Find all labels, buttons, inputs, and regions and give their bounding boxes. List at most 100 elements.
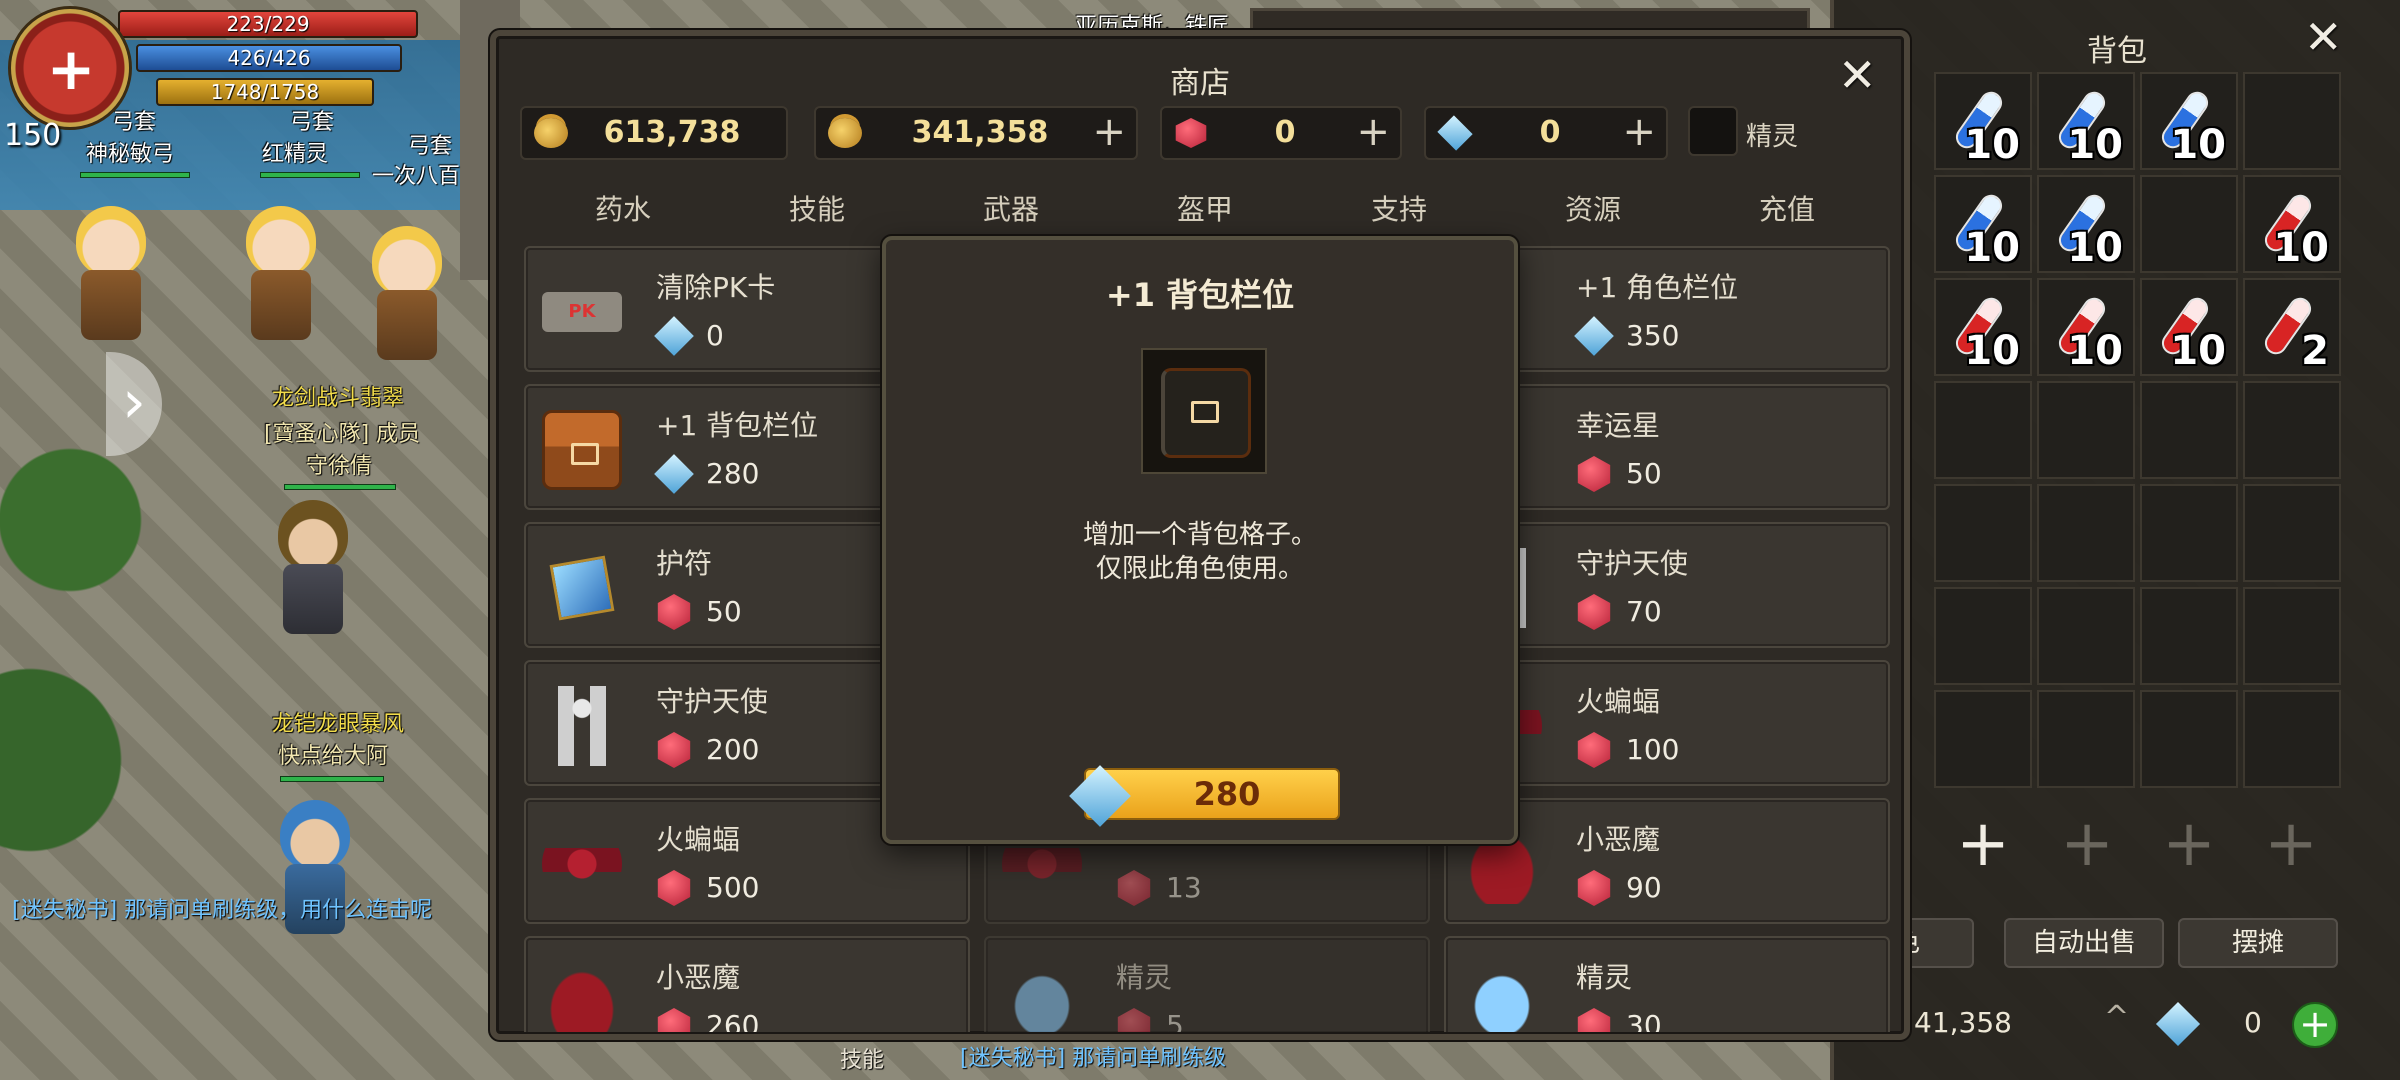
backpack-slot[interactable]: 10 — [2140, 278, 2238, 376]
tab-resource[interactable]: 资源 — [1496, 188, 1690, 228]
add-coin-button[interactable]: + — [1092, 108, 1126, 156]
add-diamond-button[interactable]: + — [2292, 1002, 2338, 1048]
shop-title: 商店 — [1170, 66, 1230, 101]
item-image — [1141, 348, 1267, 474]
player-subtitle: 快点给大阿 — [278, 744, 389, 769]
player-name[interactable]: 龙铠龙眼暴风 — [272, 706, 404, 738]
item-count: 10 — [2273, 225, 2329, 271]
tab-armor[interactable]: 盔甲 — [1108, 188, 1302, 228]
backpack-slot[interactable] — [2140, 381, 2238, 479]
tab-potion[interactable]: 药水 — [526, 188, 720, 228]
backpack-slot[interactable]: 10 — [1934, 175, 2032, 273]
backpack-icon — [1161, 368, 1251, 458]
npc-character[interactable] — [76, 206, 146, 340]
backpack-slot[interactable] — [2140, 175, 2238, 273]
fairy-icon — [1002, 962, 1082, 1032]
item-price: 30 — [1626, 1009, 1662, 1032]
shop-item[interactable]: 小恶魔 260 — [524, 936, 970, 1032]
backpack-slot[interactable] — [2140, 690, 2238, 788]
diamond-value: 0 — [1539, 115, 1561, 150]
ruby-icon — [1577, 594, 1611, 630]
diamond-balance: 0 — [2244, 1006, 2262, 1039]
item-name: +1 背包栏位 — [656, 409, 819, 442]
diamond-icon — [1437, 115, 1473, 151]
spirit-checkbox[interactable] — [1688, 106, 1738, 156]
add-slot-button[interactable]: + — [2140, 796, 2238, 894]
backpack-slot[interactable]: 10 — [2037, 278, 2135, 376]
add-ruby-button[interactable]: + — [1356, 108, 1390, 156]
backpack-slot[interactable] — [2037, 381, 2135, 479]
backpack-slot[interactable] — [2140, 484, 2238, 582]
backpack-slot[interactable]: 10 — [1934, 278, 2032, 376]
npc-name[interactable]: 一次八百 — [372, 158, 460, 190]
chat-message[interactable]: [迷失秘书] 那请问单刷练级，用什么连击呢 — [12, 892, 432, 924]
backpack-slot[interactable]: 10 — [1934, 72, 2032, 170]
ruby-icon — [1117, 1008, 1151, 1032]
chat-message[interactable]: [迷失秘书] 那请问单刷练级 — [960, 1040, 1226, 1072]
xp-bar: 1748/1758 — [156, 78, 374, 106]
tab-recharge[interactable]: 充值 — [1690, 188, 1884, 228]
backpack-slot[interactable]: 10 — [2140, 72, 2238, 170]
backpack-slot[interactable] — [1934, 690, 2032, 788]
backpack-slot[interactable] — [2243, 587, 2341, 685]
skill-label[interactable]: 技能 — [840, 1042, 884, 1074]
tab-skill[interactable]: 技能 — [720, 188, 914, 228]
ruby-icon — [657, 732, 691, 768]
backpack-slot[interactable] — [1934, 484, 2032, 582]
npc-character[interactable] — [246, 206, 316, 340]
add-slot-button[interactable]: + — [2038, 796, 2136, 894]
item-count: 2 — [2301, 328, 2329, 374]
backpack-slot[interactable] — [2243, 72, 2341, 170]
player-name[interactable]: 龙剑战斗翡翠 — [272, 380, 404, 412]
item-count: 10 — [2067, 122, 2123, 168]
gold-value: 613,738 — [603, 115, 741, 150]
backpack-slot[interactable] — [2243, 484, 2341, 582]
backpack-slot[interactable] — [2037, 484, 2135, 582]
add-slot-button[interactable]: + — [2242, 796, 2340, 894]
backpack-slot[interactable] — [2037, 587, 2135, 685]
backpack-slot[interactable] — [1934, 587, 2032, 685]
tab-support[interactable]: 支持 — [1302, 188, 1496, 228]
ruby-icon — [1577, 1008, 1611, 1032]
backpack-slot[interactable] — [1934, 381, 2032, 479]
stall-button[interactable]: 摆摊 — [2178, 918, 2338, 968]
backpack-close-icon[interactable]: ✕ — [2304, 14, 2343, 60]
shop-item[interactable]: 精灵 30 — [1444, 936, 1890, 1032]
gold-currency: 613,738 — [520, 106, 788, 160]
chevron-up-icon[interactable]: ^ — [2104, 1000, 2129, 1035]
item-name: 守护天使 — [656, 685, 769, 718]
gold-bag-icon — [534, 118, 568, 148]
backpack-slot[interactable] — [2243, 381, 2341, 479]
backpack-slot[interactable] — [2037, 690, 2135, 788]
item-name: 护符 — [656, 547, 713, 580]
auto-sell-button[interactable]: 自动出售 — [2004, 918, 2164, 968]
add-slot-button[interactable]: + — [1934, 796, 2032, 894]
shop-close-icon[interactable]: ✕ — [1838, 52, 1877, 98]
shop-item[interactable]: 精灵 5 — [984, 936, 1430, 1032]
npc-name[interactable]: 神秘敏弓 — [86, 136, 174, 168]
diamond-icon — [654, 454, 694, 494]
backpack-slot[interactable]: 10 — [2243, 175, 2341, 273]
item-count: 10 — [2170, 122, 2226, 168]
item-count: 10 — [2067, 225, 2123, 271]
backpack-slot[interactable] — [2140, 587, 2238, 685]
diamond-icon — [2155, 1001, 2201, 1047]
tab-weapon[interactable]: 武器 — [914, 188, 1108, 228]
add-diamond-button[interactable]: + — [1622, 108, 1656, 156]
player-character[interactable] — [278, 500, 348, 634]
player-guild: [寶蚤心隊] 成员 — [264, 422, 421, 447]
backpack-slot[interactable]: 2 — [2243, 278, 2341, 376]
player-portrait[interactable]: + — [8, 6, 132, 130]
buy-button[interactable]: 280 — [1069, 765, 1340, 827]
npc-name[interactable]: 红精灵 — [262, 136, 328, 168]
item-price: 280 — [706, 457, 760, 490]
npc-character[interactable] — [372, 226, 442, 360]
backpack-slot[interactable]: 10 — [2037, 72, 2135, 170]
backpack-slot[interactable]: 10 — [2037, 175, 2135, 273]
item-price: 90 — [1626, 871, 1662, 904]
backpack-slot[interactable] — [2243, 690, 2341, 788]
item-count: 10 — [2067, 328, 2123, 374]
backpack-icon — [542, 410, 622, 490]
description-line: 增加一个背包格子。 — [1082, 520, 1317, 550]
expand-arrow-icon[interactable]: › — [106, 352, 162, 456]
